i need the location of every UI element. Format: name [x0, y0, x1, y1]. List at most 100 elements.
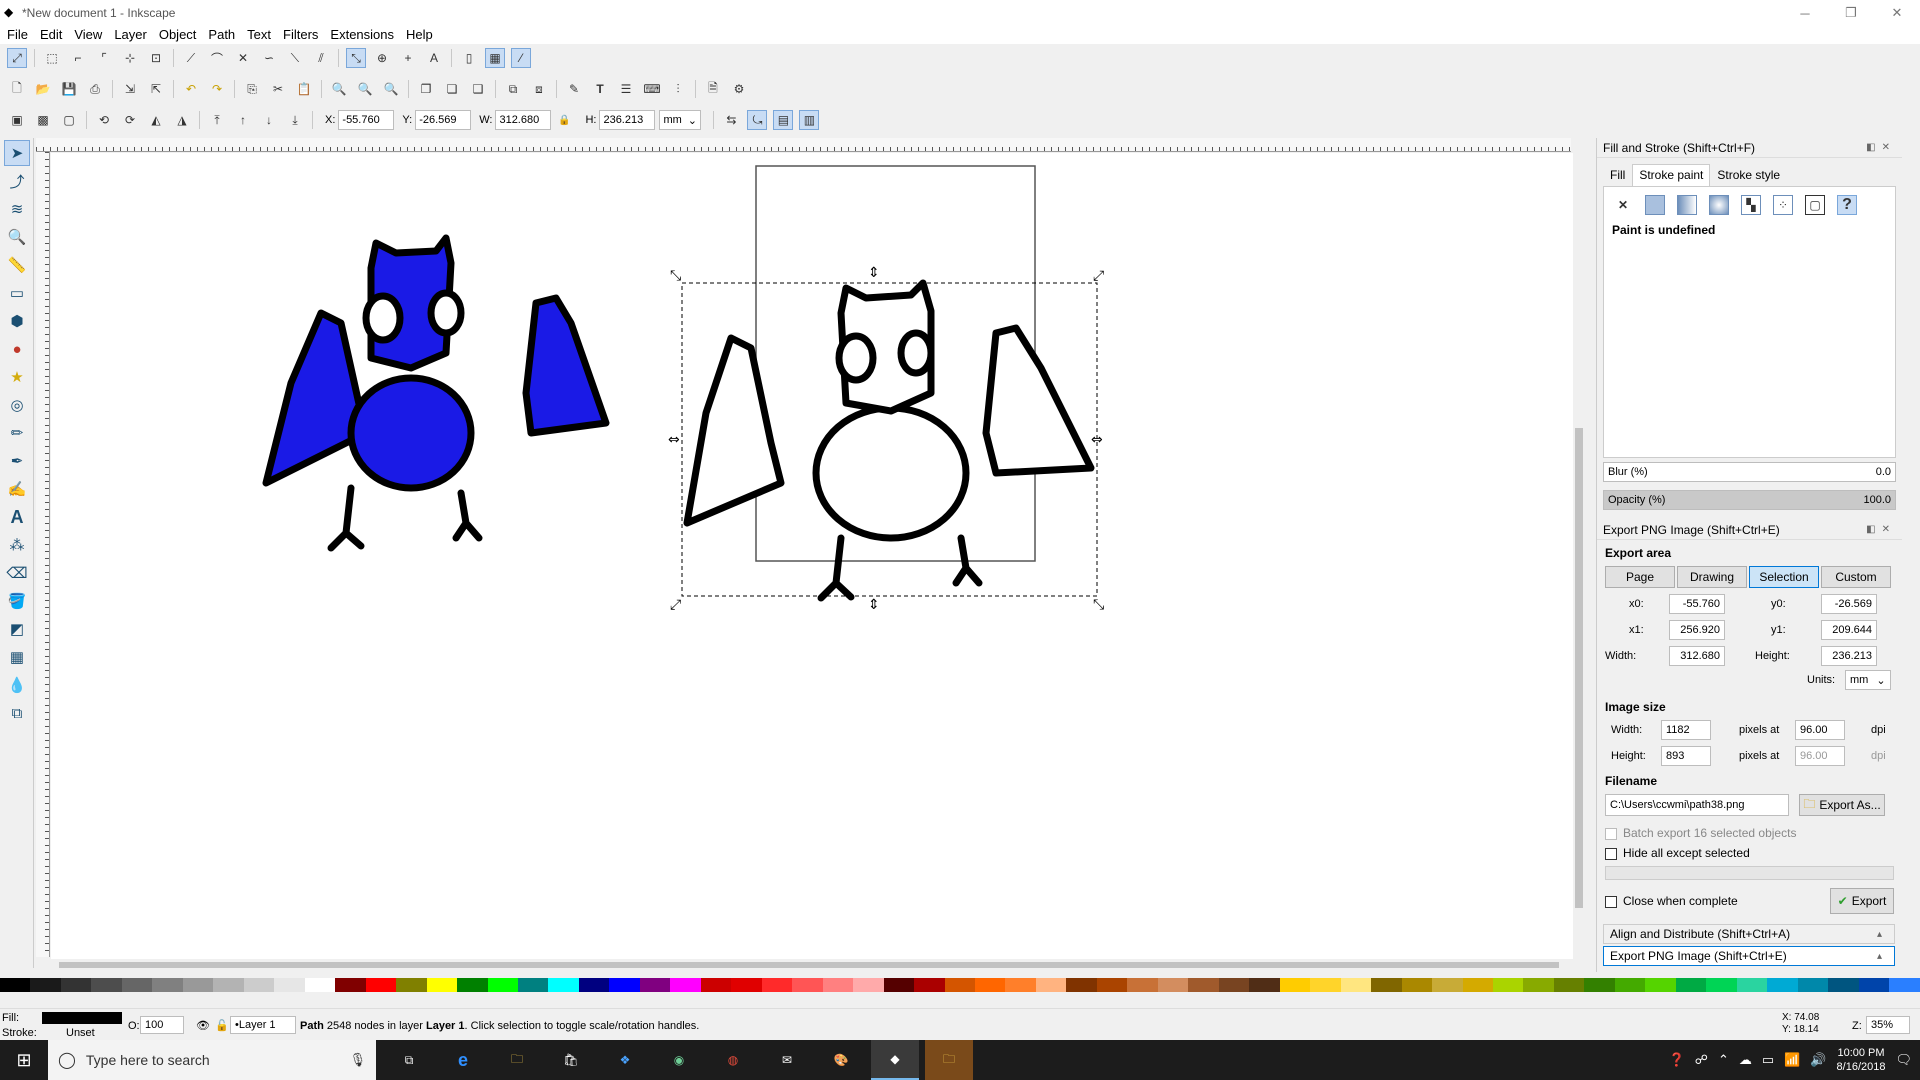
maximize-button[interactable]: ❐: [1828, 0, 1874, 26]
menu-object[interactable]: Object: [154, 27, 202, 42]
snap-line-mid-icon[interactable]: ⟍: [285, 48, 305, 68]
save-icon[interactable]: 💾: [59, 79, 79, 99]
palette-swatch[interactable]: [1736, 978, 1768, 992]
onedrive-icon[interactable]: ▭: [1762, 1052, 1774, 1068]
zoom-drawing-icon[interactable]: 🔍: [355, 79, 375, 99]
palette-swatch[interactable]: [0, 978, 31, 992]
palette-swatch[interactable]: [1035, 978, 1067, 992]
palette-swatch[interactable]: [1279, 978, 1311, 992]
swatch-icon[interactable]: ▢: [1805, 195, 1825, 215]
palette-swatch[interactable]: [1096, 978, 1128, 992]
move-patterns-icon[interactable]: ▥: [799, 110, 820, 130]
redo-icon[interactable]: ↷: [207, 79, 227, 99]
export-header[interactable]: Export PNG Image (Shift+Ctrl+E) ◧✕: [1597, 520, 1902, 540]
zoom-input[interactable]: 35%: [1866, 1016, 1910, 1034]
opacity-input[interactable]: 100: [140, 1016, 184, 1034]
palette-swatch[interactable]: [60, 978, 92, 992]
hide-all-checkbox[interactable]: Hide all except selected: [1605, 846, 1894, 860]
snap-center-icon[interactable]: ⊡: [146, 48, 166, 68]
export-png-collapsed[interactable]: Export PNG Image (Shift+Ctrl+E) ▴: [1603, 946, 1895, 966]
snap-page-icon[interactable]: ▯: [459, 48, 479, 68]
3d-box-tool-icon[interactable]: ⬢: [4, 308, 30, 334]
palette-swatch[interactable]: [1889, 978, 1920, 992]
tweak-tool-icon[interactable]: ≋: [4, 196, 30, 222]
stroke-value[interactable]: Unset: [66, 1027, 95, 1039]
zoom-page-icon[interactable]: 🔍: [381, 79, 401, 99]
snap-toggle-icon[interactable]: ⤢: [7, 48, 27, 68]
palette-swatch[interactable]: [609, 978, 640, 992]
palette-swatch[interactable]: [639, 978, 671, 992]
fill-swatch[interactable]: [42, 1012, 122, 1024]
palette-swatch[interactable]: [1858, 978, 1890, 992]
export-icon[interactable]: ⇱: [146, 79, 166, 99]
undo-icon[interactable]: ↶: [181, 79, 201, 99]
palette-swatch[interactable]: [1553, 978, 1585, 992]
dropper-tool-icon[interactable]: 💧: [4, 672, 30, 698]
file-manager-taskbar-icon[interactable]: 🗀: [925, 1040, 973, 1080]
palette-swatch[interactable]: [792, 978, 823, 992]
connector-tool-icon[interactable]: ⧉: [4, 700, 30, 726]
snap-path-icon[interactable]: ⌒: [207, 48, 227, 68]
palette-swatch[interactable]: [1523, 978, 1554, 992]
export-width-input[interactable]: 312.680: [1669, 646, 1725, 666]
palette-swatch[interactable]: [883, 978, 915, 992]
palette-swatch[interactable]: [152, 978, 183, 992]
calligraphy-tool-icon[interactable]: ✍: [4, 476, 30, 502]
print-icon[interactable]: ⎙: [85, 79, 105, 99]
clone-icon[interactable]: ❏: [442, 79, 462, 99]
palette-swatch[interactable]: [548, 978, 579, 992]
lower-bottom-icon[interactable]: ⤓: [285, 110, 305, 130]
cloud-icon[interactable]: ☁: [1739, 1052, 1752, 1068]
blur-slider[interactable]: Blur (%) 0.0: [1603, 462, 1896, 482]
menu-file[interactable]: File: [2, 27, 33, 42]
store-icon[interactable]: 🛍: [547, 1040, 595, 1080]
palette-swatch[interactable]: [517, 978, 549, 992]
palette-swatch[interactable]: [91, 978, 122, 992]
gradient-tool-icon[interactable]: ◩: [4, 616, 30, 642]
flip-horizontal-icon[interactable]: ◭: [146, 110, 166, 130]
lock-icon[interactable]: 🔓: [215, 1019, 229, 1032]
tripadvisor-icon[interactable]: ◉: [655, 1040, 703, 1080]
cut-icon[interactable]: ✂: [268, 79, 288, 99]
filename-input[interactable]: C:\Users\ccwmi\path38.png: [1605, 794, 1789, 816]
snap-corner-icon[interactable]: ⌜: [94, 48, 114, 68]
vertical-scrollbar[interactable]: [1573, 138, 1585, 959]
palette-swatch[interactable]: [822, 978, 854, 992]
snap-smooth-icon[interactable]: ∽: [259, 48, 279, 68]
palette-swatch[interactable]: [487, 978, 518, 992]
flat-color-icon[interactable]: [1645, 195, 1665, 215]
eye-icon[interactable]: 👁: [196, 1019, 210, 1032]
layer-select[interactable]: •Layer 1: [230, 1016, 296, 1034]
image-width-input[interactable]: 1182: [1661, 720, 1711, 740]
notification-icon[interactable]: 🗨: [1895, 1052, 1912, 1068]
palette-swatch[interactable]: [274, 978, 305, 992]
eraser-tool-icon[interactable]: ⌫: [4, 560, 30, 586]
palette-swatch[interactable]: [335, 978, 366, 992]
w-input[interactable]: 312.680: [495, 110, 552, 130]
palette-swatch[interactable]: [700, 978, 732, 992]
y-input[interactable]: -26.569: [415, 110, 472, 130]
new-document-icon[interactable]: 🗋: [7, 79, 27, 99]
menu-view[interactable]: View: [69, 27, 107, 42]
edge-browser-icon[interactable]: e: [439, 1040, 487, 1080]
dpi-x-input[interactable]: 96.00: [1795, 720, 1845, 740]
node-tool-icon[interactable]: ⤴: [4, 168, 30, 194]
menu-edit[interactable]: Edit: [35, 27, 67, 42]
select-all-layers-icon[interactable]: ▩: [33, 110, 53, 130]
align-distribute-icon[interactable]: ⫶: [668, 79, 688, 99]
menu-layer[interactable]: Layer: [109, 27, 152, 42]
palette-swatch[interactable]: [1005, 978, 1036, 992]
palette-swatch[interactable]: [30, 978, 61, 992]
palette-swatch[interactable]: [243, 978, 275, 992]
palette-swatch[interactable]: [365, 978, 397, 992]
palette-swatch[interactable]: [1249, 978, 1280, 992]
palette-swatch[interactable]: [914, 978, 945, 992]
snap-intersection-icon[interactable]: ✕: [233, 48, 253, 68]
flip-vertical-icon[interactable]: ◮: [172, 110, 192, 130]
panel-controls-icon[interactable]: ◧✕: [1866, 524, 1896, 535]
palette-swatch[interactable]: [182, 978, 214, 992]
radial-gradient-icon[interactable]: [1709, 195, 1729, 215]
import-icon[interactable]: ⇲: [120, 79, 140, 99]
color-palette[interactable]: [0, 978, 1920, 992]
no-paint-icon[interactable]: ✕: [1613, 195, 1633, 215]
